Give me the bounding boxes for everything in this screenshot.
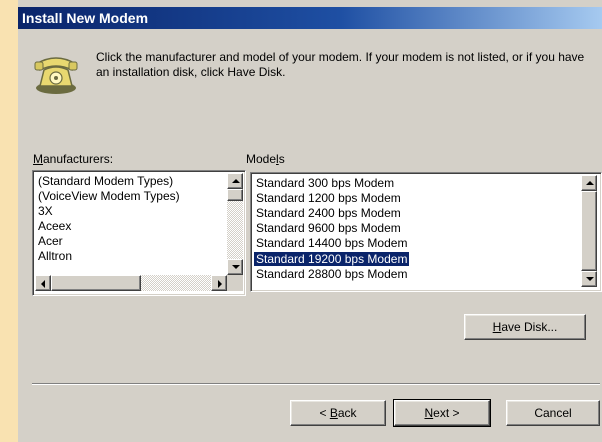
arrow-down-icon: [232, 265, 240, 269]
list-item[interactable]: (VoiceView Modem Types): [36, 189, 182, 203]
manufacturers-horizontal-scrollbar[interactable]: [35, 275, 227, 291]
scroll-left-button[interactable]: [35, 275, 51, 291]
arrow-up-icon: [232, 179, 240, 183]
telephone-icon: [34, 57, 78, 94]
arrow-up-icon: [586, 181, 594, 185]
list-item[interactable]: Standard 2400 bps Modem: [254, 206, 403, 220]
scroll-right-button[interactable]: [211, 275, 227, 291]
scrollbar-corner: [227, 275, 243, 291]
models-listbox[interactable]: Standard 300 bps Modem Standard 1200 bps…: [250, 172, 602, 292]
manufacturers-label: Manufacturers:: [33, 152, 114, 166]
arrow-left-icon: [41, 280, 45, 288]
scroll-up-button[interactable]: [227, 173, 243, 189]
list-item[interactable]: Standard 300 bps Modem: [254, 176, 396, 190]
models-vertical-scrollbar[interactable]: [581, 175, 597, 287]
window-title: Install New Modem: [22, 10, 149, 26]
instruction-text: Click the manufacturer and model of your…: [96, 50, 585, 79]
scroll-thumb[interactable]: [581, 191, 597, 271]
list-item[interactable]: Alltron: [36, 249, 74, 263]
title-bar[interactable]: Install New Modem: [18, 7, 602, 29]
list-item[interactable]: Standard 1200 bps Modem: [254, 191, 403, 205]
install-modem-dialog: Install New Modem Click the manufacturer…: [18, 0, 602, 442]
cancel-button[interactable]: Cancel: [506, 400, 600, 426]
scroll-thumb[interactable]: [227, 189, 243, 201]
arrow-down-icon: [586, 277, 594, 281]
have-disk-button[interactable]: Have Disk...: [464, 314, 586, 340]
scroll-down-button[interactable]: [581, 271, 597, 287]
list-item[interactable]: (Standard Modem Types): [36, 174, 175, 188]
separator-line-highlight: [32, 384, 600, 385]
list-item-selected[interactable]: Standard 19200 bps Modem: [252, 251, 411, 267]
list-item[interactable]: Standard 14400 bps Modem: [254, 236, 409, 250]
list-item[interactable]: Standard 28800 bps Modem: [254, 267, 409, 281]
back-button[interactable]: < Back: [290, 400, 386, 426]
scroll-up-button[interactable]: [581, 175, 597, 191]
arrow-right-icon: [218, 280, 222, 288]
next-button[interactable]: Next >: [393, 399, 491, 427]
list-item[interactable]: Standard 9600 bps Modem: [254, 221, 403, 235]
list-item[interactable]: Aceex: [36, 219, 73, 233]
manufacturers-listbox[interactable]: (Standard Modem Types) (VoiceView Modem …: [32, 170, 246, 296]
list-item[interactable]: Acer: [36, 234, 65, 248]
scroll-down-button[interactable]: [227, 259, 243, 275]
list-item[interactable]: 3X: [36, 204, 55, 218]
manufacturers-vertical-scrollbar[interactable]: [227, 173, 243, 275]
models-label: Models: [246, 152, 285, 166]
scroll-thumb[interactable]: [51, 275, 141, 291]
